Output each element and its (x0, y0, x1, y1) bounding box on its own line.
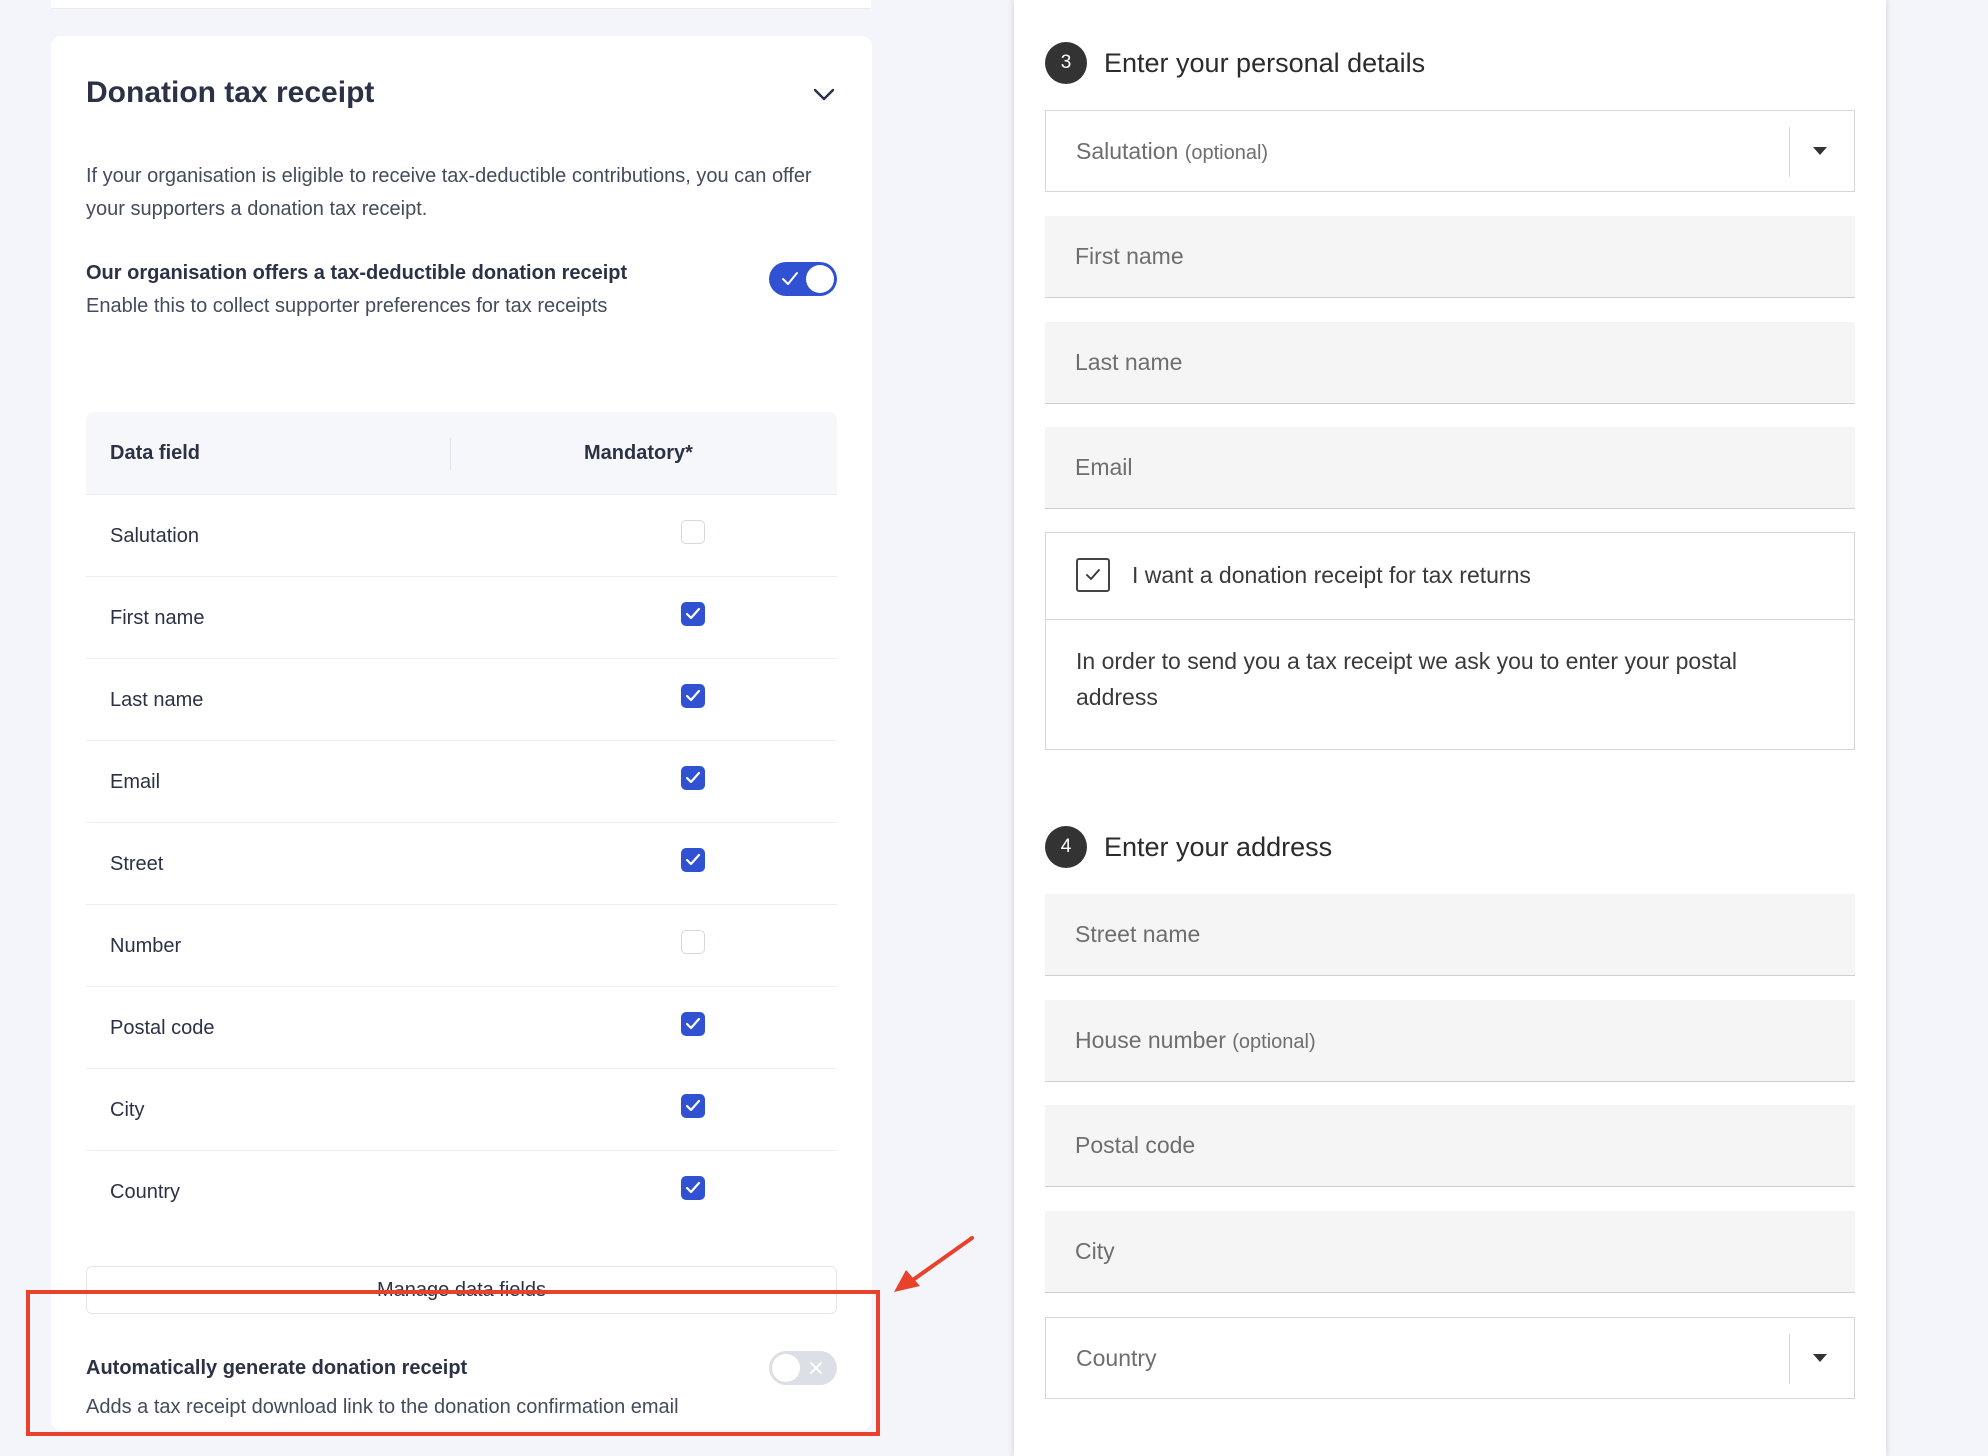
check-icon (685, 689, 701, 702)
offer-receipt-description: Enable this to collect supporter prefere… (86, 295, 608, 317)
column-header-mandatory: Mandatory* (584, 442, 693, 464)
table-row: First name (86, 577, 837, 659)
table-row: Last name (86, 659, 837, 741)
last-name-placeholder: Last name (1075, 349, 1183, 375)
salutation-placeholder: Salutation (optional) (1076, 138, 1269, 164)
receipt-option-box: I want a donation receipt for tax return… (1045, 532, 1855, 750)
table-row: Country (86, 1151, 837, 1232)
receipt-note: In order to send you a tax receipt we as… (1076, 648, 1737, 710)
mandatory-checkbox[interactable] (681, 520, 705, 544)
mandatory-checkbox[interactable] (681, 684, 705, 708)
mandatory-checkbox[interactable] (681, 930, 705, 954)
check-icon (782, 272, 798, 285)
mandatory-checkbox[interactable] (681, 1176, 705, 1200)
column-header-data-field: Data field (110, 442, 201, 464)
check-icon (685, 607, 701, 620)
check-icon (1086, 569, 1100, 580)
previous-card-edge (51, 0, 871, 9)
form-preview-panel: 3 Enter your personal details Salutation… (1014, 0, 1886, 1456)
table-row: City (86, 1069, 837, 1151)
receipt-checkbox-row[interactable]: I want a donation receipt for tax return… (1046, 533, 1854, 620)
street-name-field[interactable]: Street name (1045, 894, 1855, 976)
country-select[interactable]: Country (1045, 1317, 1855, 1399)
receipt-checkbox[interactable] (1076, 558, 1110, 592)
country-placeholder: Country (1076, 1345, 1157, 1371)
offer-receipt-label: Our organisation offers a tax-deductible… (86, 262, 628, 284)
step-3-badge: 3 (1045, 42, 1087, 84)
mandatory-checkbox[interactable] (681, 1012, 705, 1036)
arrow-annotation-icon (894, 1236, 974, 1292)
mandatory-checkbox[interactable] (681, 602, 705, 626)
step-4-badge: 4 (1045, 826, 1087, 868)
mandatory-checkbox[interactable] (681, 848, 705, 872)
mandatory-checkbox[interactable] (681, 766, 705, 790)
city-field[interactable]: City (1045, 1211, 1855, 1293)
field-name: Number (110, 935, 182, 957)
house-number-placeholder: House number (optional) (1075, 1027, 1316, 1053)
mandatory-checkbox[interactable] (681, 1094, 705, 1118)
house-number-field[interactable]: House number (optional) (1045, 1000, 1855, 1082)
chevron-down-icon[interactable] (811, 84, 837, 106)
field-name: Street (110, 853, 164, 875)
field-name: City (110, 1099, 145, 1121)
table-row: Salutation (86, 495, 837, 577)
first-name-field[interactable]: First name (1045, 216, 1855, 298)
column-divider (450, 438, 451, 470)
step-4-title: Enter your address (1104, 832, 1333, 862)
check-icon (685, 1017, 701, 1030)
table-body: Salutation First name Last name Email Street… (86, 495, 837, 1232)
check-icon (685, 1099, 701, 1112)
salutation-select[interactable]: Salutation (optional) (1045, 110, 1855, 192)
city-placeholder: City (1075, 1238, 1115, 1264)
card-intro: If your organisation is eligible to rece… (86, 165, 812, 220)
check-icon (685, 771, 701, 784)
toggle-knob (806, 265, 834, 293)
field-name: Country (110, 1181, 181, 1203)
table-header: Data field Mandatory* (86, 412, 837, 495)
postal-code-field[interactable]: Postal code (1045, 1105, 1855, 1187)
data-fields-table: Data field Mandatory* Salutation First na… (86, 412, 837, 1232)
email-field[interactable]: Email (1045, 427, 1855, 509)
field-name: Email (110, 771, 161, 793)
receipt-checkbox-label: I want a donation receipt for tax return… (1132, 562, 1531, 588)
caret-down-icon (1813, 147, 1827, 155)
step-3-title: Enter your personal details (1104, 48, 1426, 78)
annotation-highlight-box (26, 1290, 880, 1436)
check-icon (685, 1181, 701, 1194)
table-row: Number (86, 905, 837, 987)
check-icon (685, 853, 701, 866)
last-name-field[interactable]: Last name (1045, 322, 1855, 404)
select-divider (1789, 1334, 1790, 1384)
email-placeholder: Email (1075, 454, 1133, 480)
postal-code-placeholder: Postal code (1075, 1132, 1196, 1158)
card-title: Donation tax receipt (86, 76, 375, 109)
field-name: Last name (110, 689, 204, 711)
first-name-placeholder: First name (1075, 243, 1184, 269)
offer-receipt-toggle[interactable] (769, 262, 837, 296)
donation-tax-receipt-card: Donation tax receipt If your organisatio… (51, 36, 872, 1430)
table-row: Street (86, 823, 837, 905)
field-name: Postal code (110, 1017, 215, 1039)
street-name-placeholder: Street name (1075, 921, 1201, 947)
field-name: Salutation (110, 525, 199, 547)
field-name: First name (110, 607, 205, 629)
table-row: Postal code (86, 987, 837, 1069)
select-divider (1789, 127, 1790, 177)
table-row: Email (86, 741, 837, 823)
caret-down-icon (1813, 1354, 1827, 1362)
